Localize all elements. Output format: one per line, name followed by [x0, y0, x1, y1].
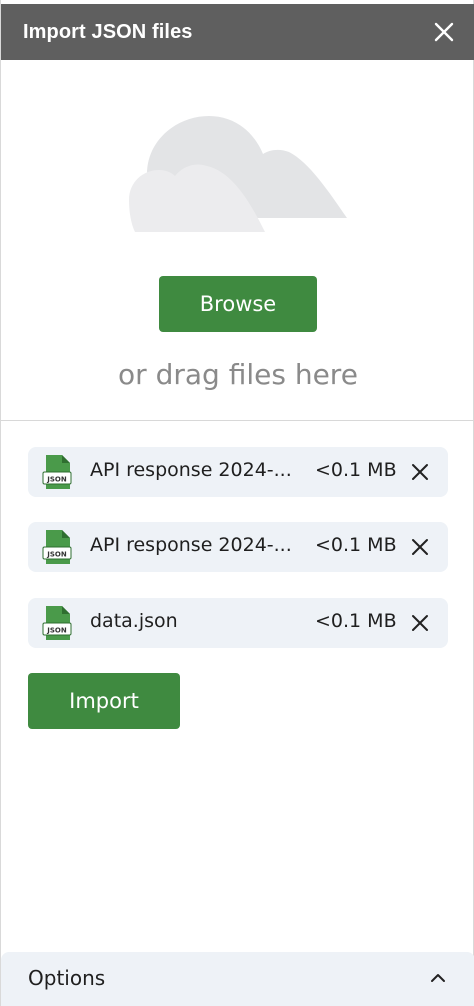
remove-file-icon[interactable] — [410, 462, 430, 482]
remove-file-icon[interactable] — [410, 613, 430, 633]
file-size: <0.1 MB — [315, 610, 397, 632]
import-button[interactable]: Import — [28, 673, 180, 729]
cloud-icon — [129, 116, 347, 232]
json-file-icon: JSON — [42, 453, 74, 491]
options-label: Options — [28, 966, 106, 990]
panel-title: Import JSON files — [23, 20, 193, 43]
file-list-item: JSON API response 2024-... <0.1 MB — [28, 522, 448, 572]
svg-text:JSON: JSON — [46, 627, 67, 635]
json-file-icon: JSON — [42, 528, 74, 566]
json-file-icon: JSON — [42, 604, 74, 642]
file-size: <0.1 MB — [315, 534, 397, 556]
file-name: data.json — [90, 610, 178, 632]
file-list-item: JSON data.json <0.1 MB — [28, 598, 448, 648]
svg-text:JSON: JSON — [46, 551, 67, 559]
panel-header: Import JSON files — [1, 4, 474, 60]
file-size: <0.1 MB — [315, 459, 397, 481]
chevron-up-icon[interactable] — [429, 969, 447, 987]
file-name: API response 2024-... — [90, 459, 292, 481]
close-icon[interactable] — [431, 19, 457, 45]
remove-file-icon[interactable] — [410, 537, 430, 557]
divider — [1, 420, 474, 421]
import-json-panel: Import JSON files Browse or drag files h… — [0, 0, 474, 1006]
file-list-item: JSON API response 2024-... <0.1 MB — [28, 447, 448, 497]
svg-text:JSON: JSON — [46, 476, 67, 484]
file-name: API response 2024-... — [90, 534, 292, 556]
options-toggle[interactable]: Options — [1, 952, 474, 1006]
browse-button[interactable]: Browse — [159, 276, 317, 332]
drag-files-hint: or drag files here — [118, 358, 358, 391]
